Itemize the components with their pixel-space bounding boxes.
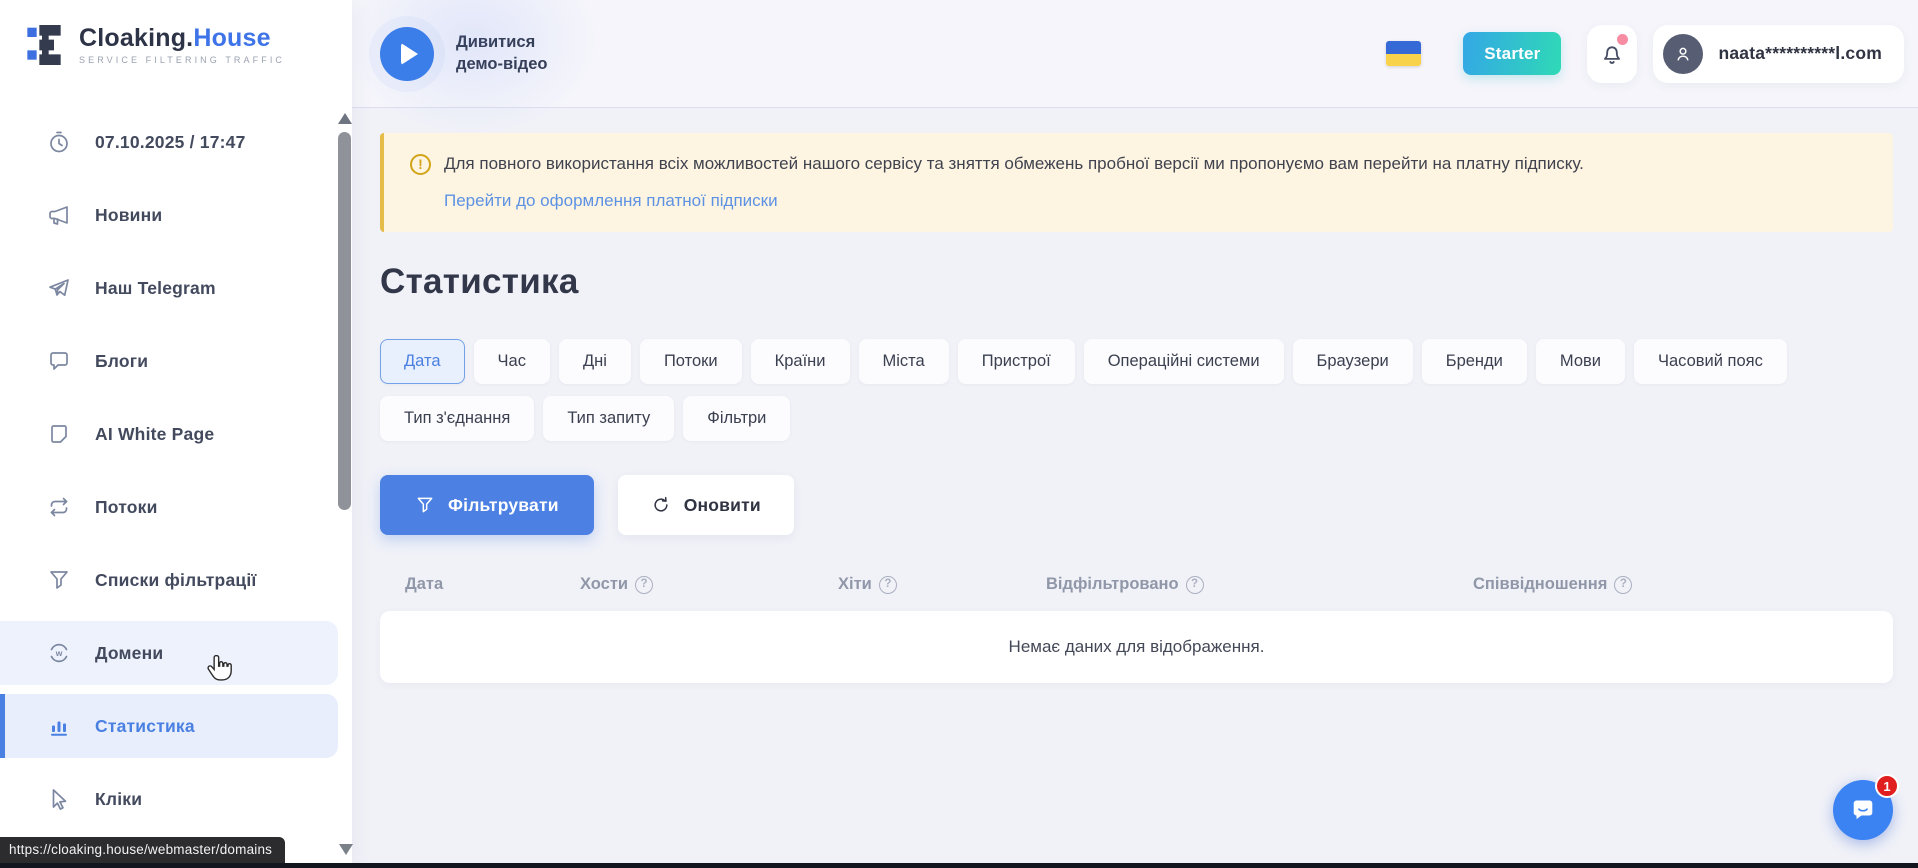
sidebar-item-label: AI White Page — [95, 424, 214, 445]
flag-blue-stripe — [1386, 41, 1421, 54]
sidebar-item-news[interactable]: Новини — [0, 183, 338, 247]
sidebar-item-clicks[interactable]: Кліки — [0, 767, 338, 831]
brand-name: Cloaking.House — [79, 25, 285, 53]
warning-icon: ! — [410, 154, 431, 175]
tab-streams[interactable]: Потоки — [640, 339, 742, 384]
demo-video-label[interactable]: Дивитися демо-відео — [456, 32, 581, 75]
sidebar: Cloaking.House SERVICE FILTERING TRAFFIC… — [0, 0, 352, 868]
www-globe-icon: w — [47, 641, 71, 665]
status-bar-url: https://cloaking.house/webmaster/domains — [0, 837, 285, 863]
sidebar-item-statistics[interactable]: Статистика — [0, 694, 338, 758]
top-header: Дивитися демо-відео Starter naata*******… — [352, 0, 1918, 108]
filter-tabs: Дата Час Дні Потоки Країни Міста Пристро… — [380, 339, 1880, 441]
sidebar-item-domains[interactable]: w Домени — [0, 621, 338, 685]
sidebar-scrollbar-up[interactable] — [338, 113, 352, 124]
logo[interactable]: Cloaking.House SERVICE FILTERING TRAFFIC — [0, 0, 352, 68]
tab-filters[interactable]: Фільтри — [683, 396, 790, 441]
column-filtered: Відфільтровано ? — [1046, 575, 1473, 594]
help-icon[interactable]: ? — [635, 576, 653, 594]
svg-text:w: w — [55, 648, 63, 658]
play-demo-button[interactable] — [380, 27, 434, 81]
help-icon[interactable]: ? — [879, 576, 897, 594]
empty-state-card: Немає даних для відображення. — [380, 611, 1893, 683]
sidebar-item-label: Статистика — [95, 716, 195, 737]
chat-widget-button[interactable]: 1 — [1833, 780, 1893, 840]
help-icon[interactable]: ? — [1614, 576, 1632, 594]
trial-banner-message: Для повного використання всіх можливосте… — [444, 152, 1584, 175]
page-title: Статистика — [380, 262, 1893, 302]
filter-funnel-icon — [415, 495, 435, 515]
chat-unread-badge: 1 — [1875, 774, 1899, 798]
tab-time[interactable]: Час — [474, 339, 550, 384]
sidebar-item-label: 07.10.2025 / 17:47 — [95, 132, 246, 153]
tab-countries[interactable]: Країни — [751, 339, 850, 384]
sidebar-item-blogs[interactable]: Блоги — [0, 329, 338, 393]
column-hits: Хіти ? — [838, 575, 1046, 594]
subscribe-link[interactable]: Перейти до оформлення платної підписки — [444, 191, 778, 211]
sidebar-item-label: Домени — [95, 643, 163, 664]
brand-tagline: SERVICE FILTERING TRAFFIC — [79, 55, 285, 65]
tab-request-type[interactable]: Тип запиту — [543, 396, 674, 441]
tab-brands[interactable]: Бренди — [1422, 339, 1527, 384]
user-email: naata**********l.com — [1718, 43, 1882, 64]
sidebar-item-datetime: 07.10.2025 / 17:47 — [0, 110, 338, 174]
loop-arrows-icon — [47, 495, 71, 519]
column-date: Дата — [405, 575, 580, 594]
telegram-plane-icon — [47, 276, 71, 300]
sidebar-nav: 07.10.2025 / 17:47 Новини Наш Telegram Б… — [0, 110, 338, 840]
chat-fab-icon — [1847, 794, 1879, 826]
page-icon — [47, 422, 71, 446]
avatar — [1663, 34, 1703, 74]
chat-bubble-icon — [47, 349, 71, 373]
tab-languages[interactable]: Мови — [1536, 339, 1625, 384]
clock-icon — [47, 130, 71, 154]
stats-table-header: Дата Хости ? Хіти ? Відфільтровано ? Спі… — [380, 575, 1893, 594]
funnel-icon — [47, 568, 71, 592]
tab-devices[interactable]: Пристрої — [958, 339, 1075, 384]
sidebar-item-label: Наш Telegram — [95, 278, 216, 299]
cursor-arrow-icon — [47, 787, 71, 811]
bar-chart-icon — [47, 714, 71, 738]
actions-row: Фільтрувати Оновити — [380, 475, 1893, 535]
bottom-edge-strip — [0, 863, 1918, 868]
person-icon — [1672, 43, 1694, 65]
megaphone-icon — [47, 203, 71, 227]
trial-banner: ! Для повного використання всіх можливос… — [380, 133, 1893, 232]
main-content: ! Для повного використання всіх можливос… — [352, 109, 1918, 868]
notification-dot — [1617, 34, 1628, 45]
sidebar-item-telegram[interactable]: Наш Telegram — [0, 256, 338, 320]
plan-badge-button[interactable]: Starter — [1463, 32, 1561, 75]
language-flag-ukraine[interactable] — [1386, 41, 1421, 66]
empty-state-message: Немає даних для відображення. — [1009, 637, 1265, 657]
sidebar-scrollbar-down[interactable] — [339, 844, 353, 855]
column-hosts: Хости ? — [580, 575, 838, 594]
tab-operating-systems[interactable]: Операційні системи — [1084, 339, 1284, 384]
logo-icon — [26, 22, 66, 68]
sidebar-item-label: Кліки — [95, 789, 142, 810]
refresh-icon — [651, 495, 671, 515]
tab-browsers[interactable]: Браузери — [1293, 339, 1413, 384]
notifications-button[interactable] — [1587, 25, 1637, 83]
tab-connection-type[interactable]: Тип з'єднання — [380, 396, 534, 441]
sidebar-item-label: Потоки — [95, 497, 158, 518]
tab-timezone[interactable]: Часовий пояс — [1634, 339, 1787, 384]
sidebar-item-label: Новини — [95, 205, 162, 226]
column-ratio: Співвідношення ? — [1473, 575, 1868, 594]
filter-button[interactable]: Фільтрувати — [380, 475, 594, 535]
flag-yellow-stripe — [1386, 54, 1421, 67]
sidebar-item-streams[interactable]: Потоки — [0, 475, 338, 539]
sidebar-item-label: Блоги — [95, 351, 148, 372]
sidebar-scrollbar-thumb[interactable] — [338, 132, 351, 510]
user-account-menu[interactable]: naata**********l.com — [1653, 25, 1904, 83]
help-icon[interactable]: ? — [1186, 576, 1204, 594]
tab-days[interactable]: Дні — [559, 339, 631, 384]
sidebar-item-ai-white-page[interactable]: AI White Page — [0, 402, 338, 466]
sidebar-item-label: Списки фільтрації — [95, 570, 257, 591]
refresh-button[interactable]: Оновити — [618, 475, 794, 535]
tab-date[interactable]: Дата — [380, 339, 465, 384]
sidebar-item-filter-lists[interactable]: Списки фільтрації — [0, 548, 338, 612]
tab-cities[interactable]: Міста — [859, 339, 949, 384]
